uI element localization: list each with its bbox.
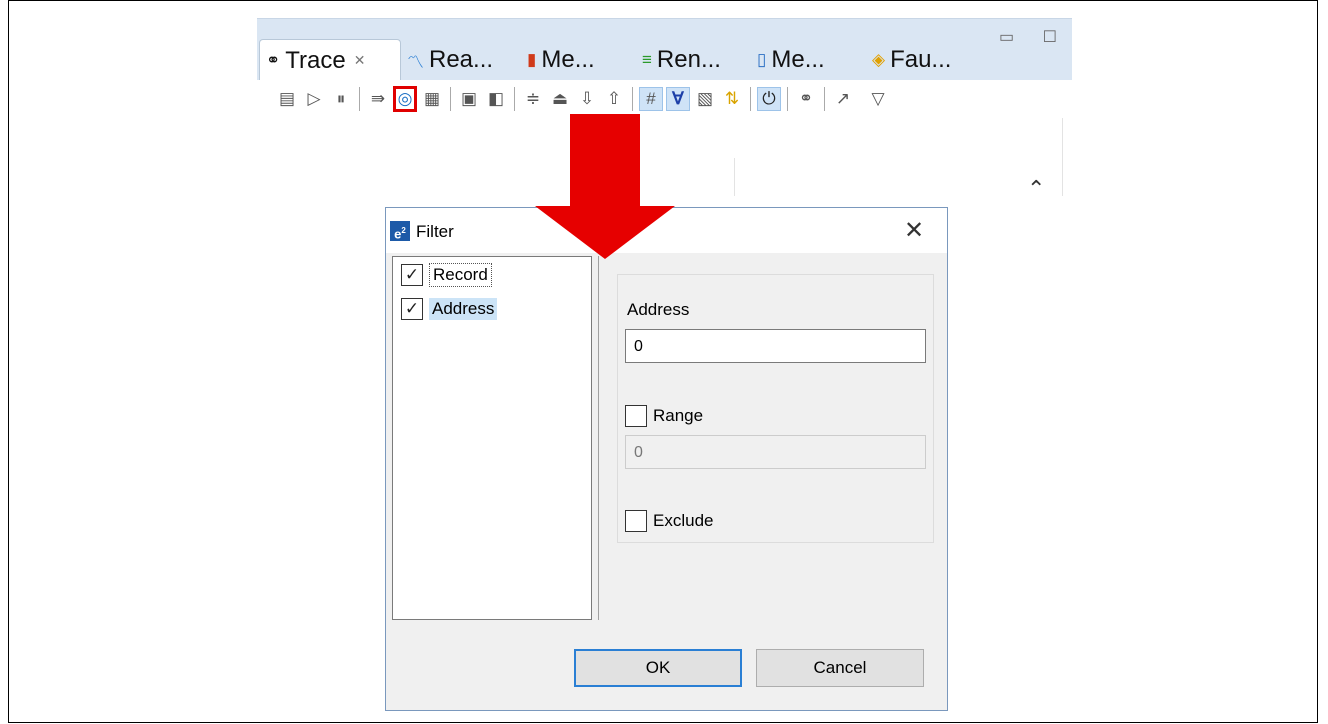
memory-icon: ▯ bbox=[757, 50, 767, 69]
filter-tree: ✓ Record ✓ Address bbox=[392, 256, 592, 620]
filter-icon[interactable]: ◎ bbox=[393, 86, 417, 112]
filter-v-icon[interactable]: ∀ bbox=[666, 87, 690, 111]
scrollbar-track[interactable] bbox=[1062, 118, 1063, 196]
exclude-label: Exclude bbox=[653, 511, 714, 530]
step-down-icon[interactable]: ⇩ bbox=[575, 87, 599, 111]
tab-memory[interactable]: ▯ Me... bbox=[757, 44, 825, 76]
memory-icon: ▮ bbox=[527, 50, 537, 69]
address-settings-group: Address 0 Range 0 Exclude bbox=[617, 274, 934, 543]
toolbar-separator bbox=[514, 87, 515, 111]
tab-bar: ⚭ Trace ✕ 〽 Rea... ▮ Me... ≡ Ren... ▯ Me… bbox=[257, 18, 1072, 81]
range-input[interactable]: 0 bbox=[625, 435, 926, 469]
function-icon[interactable]: ▦ bbox=[420, 87, 444, 111]
filter-dialog: e2 Filter ✕ ✓ Record ✓ Address Address 0… bbox=[385, 207, 948, 711]
tab-label: Me... bbox=[541, 46, 595, 73]
red-arrow-annotation bbox=[535, 114, 675, 259]
checkbox-address[interactable]: ✓ bbox=[401, 298, 423, 320]
pane-splitter[interactable] bbox=[598, 256, 599, 620]
step-up-icon[interactable]: ⇧ bbox=[602, 87, 626, 111]
expand-icon[interactable]: ⏏ bbox=[548, 87, 572, 111]
range-label: Range bbox=[653, 406, 704, 425]
tab-label: Me... bbox=[771, 46, 825, 73]
tree-item-address[interactable]: ✓ Address bbox=[401, 295, 498, 323]
checkbox-record[interactable]: ✓ bbox=[401, 264, 423, 286]
pause-icon[interactable]: ⏸ bbox=[329, 87, 353, 111]
save-icon[interactable]: ▣ bbox=[457, 87, 481, 111]
trace-toolbar: ▤ ▷ ⏸ ⇛ ◎ ▦ ▣ ◧ ≑ ⏏ ⇩ ⇧ # ∀ ▧ ⇅ ⏻ ⚭ ↗ ▽ bbox=[257, 80, 1072, 118]
column-divider bbox=[734, 158, 735, 196]
toolbar-separator bbox=[824, 87, 825, 111]
disassembly-icon[interactable]: ⇅ bbox=[720, 87, 744, 111]
tab-trace[interactable]: ⚭ Trace ✕ bbox=[259, 39, 401, 81]
tab-renesas[interactable]: ≡ Ren... bbox=[642, 44, 721, 76]
address-input[interactable]: 0 bbox=[625, 329, 926, 363]
close-icon[interactable]: ✕ bbox=[904, 216, 924, 245]
tab-fault[interactable]: ◈ Fau... bbox=[872, 44, 951, 76]
close-icon[interactable]: ✕ bbox=[354, 52, 366, 69]
pin-icon[interactable]: ↗ bbox=[831, 87, 855, 111]
tree-label-address[interactable]: Address bbox=[429, 298, 498, 320]
tab-realtime-chart[interactable]: 〽 Rea... bbox=[407, 44, 493, 76]
range-option[interactable]: Range bbox=[625, 405, 703, 427]
trace-icon: ⚭ bbox=[266, 50, 281, 70]
open-folder-icon[interactable]: ◧ bbox=[484, 87, 508, 111]
toolbar-separator bbox=[787, 87, 788, 111]
ok-button[interactable]: OK bbox=[574, 649, 742, 687]
address-label: Address bbox=[627, 300, 690, 319]
exclude-option[interactable]: Exclude bbox=[625, 510, 713, 532]
tree-item-record[interactable]: ✓ Record bbox=[401, 261, 492, 289]
e2-studio-logo-icon: e2 bbox=[390, 221, 410, 241]
view-menu-icon[interactable]: ▽ bbox=[866, 87, 890, 111]
tab-label: Trace bbox=[285, 46, 346, 74]
trace-settings-icon[interactable]: ⚭ bbox=[794, 87, 818, 111]
toolbar-separator bbox=[359, 87, 360, 111]
toolbar-separator bbox=[632, 87, 633, 111]
renesas-icon: ≡ bbox=[642, 50, 652, 69]
range-checkbox[interactable] bbox=[625, 405, 647, 427]
tree-label-record[interactable]: Record bbox=[429, 263, 492, 287]
trace-acquire-icon[interactable]: ▤ bbox=[275, 87, 299, 111]
minimize-maximize-icons[interactable]: ▭ ☐ bbox=[999, 27, 1069, 47]
scroll-up-icon[interactable]: ⌃ bbox=[1027, 176, 1045, 202]
power-icon[interactable]: ⏻ bbox=[757, 87, 781, 111]
fault-icon: ◈ bbox=[872, 50, 886, 69]
dialog-title: Filter bbox=[416, 222, 454, 241]
realtime-chart-icon: 〽 bbox=[407, 52, 424, 72]
cancel-button[interactable]: Cancel bbox=[756, 649, 924, 687]
toolbar-separator bbox=[450, 87, 451, 111]
toolbar-separator bbox=[750, 87, 751, 111]
tab-label: Fau... bbox=[890, 46, 952, 73]
arrow-shape bbox=[535, 114, 675, 259]
tab-label: Ren... bbox=[656, 46, 721, 73]
source-icon[interactable]: ▧ bbox=[693, 87, 717, 111]
grid-icon[interactable]: # bbox=[639, 87, 663, 111]
link-icon[interactable]: ⇛ bbox=[366, 87, 390, 111]
tab-label: Rea... bbox=[429, 46, 494, 73]
resume-icon[interactable]: ▷ bbox=[302, 87, 326, 111]
collapse-icon[interactable]: ≑ bbox=[521, 87, 545, 111]
exclude-checkbox[interactable] bbox=[625, 510, 647, 532]
tab-memory-usage[interactable]: ▮ Me... bbox=[527, 44, 595, 76]
